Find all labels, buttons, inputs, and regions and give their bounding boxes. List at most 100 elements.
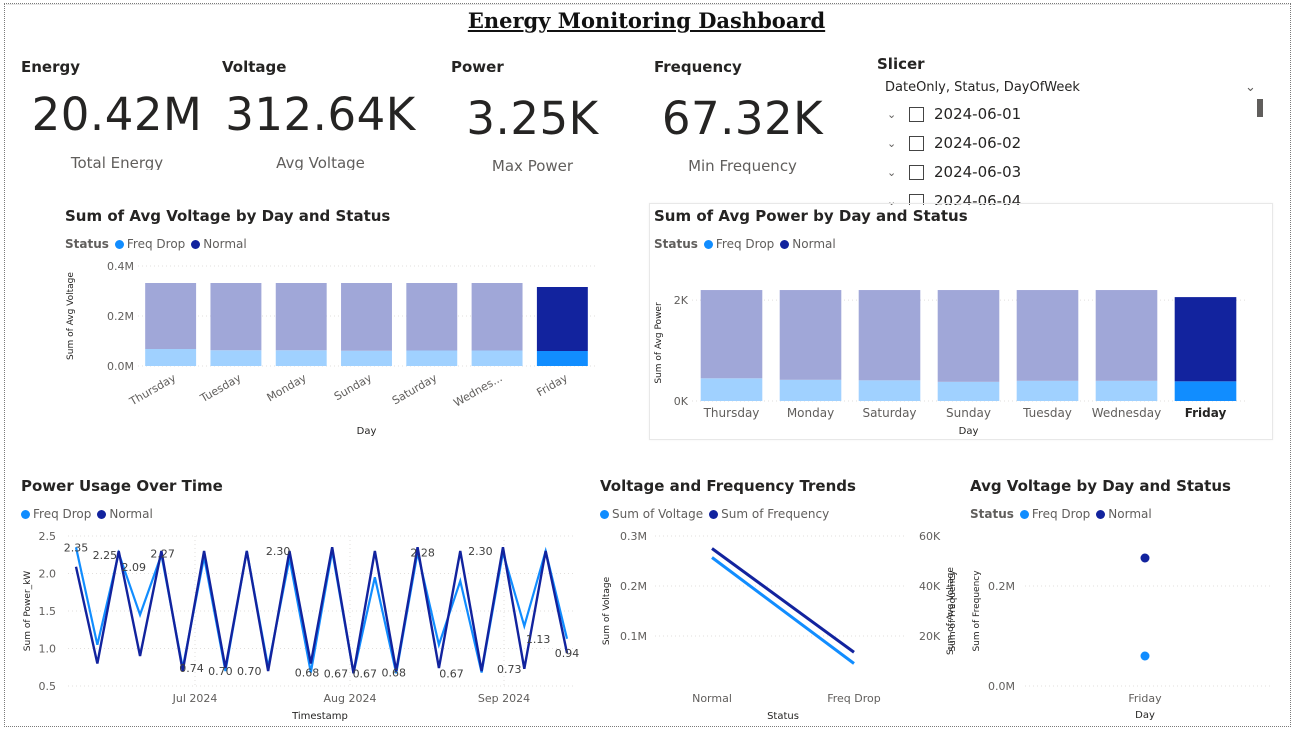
legend-dot-icon <box>191 239 201 249</box>
bar-freq-drop <box>1095 380 1158 401</box>
legend-label: Freq Drop <box>33 507 92 521</box>
legend-item-normal[interactable]: Normal <box>1096 507 1152 521</box>
line-voltage <box>711 556 855 665</box>
data-label: 0.70 <box>237 665 262 678</box>
data-label: 0.74 <box>179 662 204 675</box>
expand-chevron-icon[interactable]: ⌄ <box>887 137 909 150</box>
x-tick-label: Jul 2024 <box>172 692 218 705</box>
bar-freq-drop <box>145 349 197 366</box>
data-label: 2.27 <box>150 547 175 560</box>
x-axis-title: Day <box>959 426 979 437</box>
x-tick-label: Tuesday <box>1022 406 1072 420</box>
y-tick-label: 0.0M <box>988 680 1015 693</box>
legend-dot-icon <box>21 509 30 519</box>
x-axis-title: Day <box>357 426 377 437</box>
bar-freq-drop <box>1016 380 1079 401</box>
card-energy-label: Total Energy <box>70 154 164 170</box>
slicer-checkbox[interactable] <box>909 135 924 151</box>
data-label: 2.25 <box>93 549 118 562</box>
chart5-legend: Status Freq Drop Normal <box>970 507 1158 521</box>
y-tick-label: 1.0 <box>39 643 57 656</box>
legend-item-frequency[interactable]: Sum of Frequency <box>709 507 829 521</box>
card-energy-label-wrap: Total Energy <box>22 154 212 170</box>
slicer-checkbox[interactable] <box>909 106 924 122</box>
y-tick-label: 2.0 <box>39 568 57 581</box>
legend-item-voltage[interactable]: Sum of Voltage <box>600 507 703 521</box>
data-label: 1.13 <box>526 633 551 646</box>
chart2-plot[interactable]: 0K 2K Thursday Monday Saturday Sunday Tuesday W… <box>650 255 1270 439</box>
chart1-plot[interactable]: 0.0M 0.2M 0.4M Thursday Tuesday Monday Sunday S… <box>55 255 600 445</box>
slicer-scrollbar[interactable] <box>1257 99 1263 117</box>
legend-item-freq-drop[interactable]: Freq Drop <box>114 237 185 251</box>
legend-dot-icon <box>1096 509 1106 519</box>
legend-title: Status <box>65 237 109 251</box>
chart4-legend: Sum of Voltage Sum of Frequency <box>600 507 835 521</box>
slicer-item[interactable]: ⌄ 2024-06-02 <box>887 132 1021 154</box>
bar-freq-drop <box>858 380 921 401</box>
x-tick-label: Friday <box>1185 406 1227 420</box>
legend-item-freq-drop[interactable]: Freq Drop <box>1019 507 1090 521</box>
legend-label: Sum of Frequency <box>721 507 830 521</box>
card-power-heading: Power <box>451 58 504 76</box>
chart4-plot[interactable]: 0.1M 0.2M 0.3M 20K 40K 60K Normal Freq Drop Stat… <box>595 525 960 725</box>
bar-freq-drop <box>275 350 327 366</box>
chart3-plot[interactable]: 0.5 1.0 1.5 2.0 2.5 Jul 2024 Aug 2024 Sep 2024 2… <box>15 525 585 725</box>
card-voltage-heading: Voltage <box>222 58 287 76</box>
expand-chevron-icon[interactable]: ⌄ <box>887 166 909 179</box>
y-tick-label: 0.3M <box>620 530 647 543</box>
x-tick-label: Freq Drop <box>827 692 881 705</box>
chart2-title: Sum of Avg Power by Day and Status <box>654 207 968 225</box>
legend-item-freq-drop[interactable]: Freq Drop <box>703 237 775 251</box>
legend-dot-icon <box>97 509 107 519</box>
slicer-item[interactable]: ⌄ 2024-06-01 <box>887 103 1021 125</box>
bar-normal <box>1016 290 1079 381</box>
y-tick-label: 0K <box>674 395 689 408</box>
x-axis-title: Timestamp <box>291 711 348 722</box>
legend-dot-icon <box>703 239 713 249</box>
x-tick-label: Sunday <box>332 371 375 403</box>
bar-freq-drop <box>779 379 842 401</box>
legend-item-normal[interactable]: Normal <box>191 237 247 251</box>
y-tick-label: 0.1M <box>620 630 647 643</box>
slicer-item[interactable]: ⌄ 2024-06-03 <box>887 161 1021 183</box>
data-label: 0.67 <box>439 667 464 680</box>
x-tick-label: Saturday <box>390 371 440 407</box>
card-frequency-heading: Frequency <box>654 58 742 76</box>
slicer-checkbox[interactable] <box>909 164 924 180</box>
bar-normal <box>210 283 262 351</box>
card-energy-heading: Energy <box>21 58 81 76</box>
bar-freq-drop <box>700 378 763 401</box>
y-axis-title: Sum of Avg Voltage <box>946 567 956 655</box>
bar-normal <box>858 290 921 381</box>
x-tick-label: Thursday <box>703 406 760 420</box>
chevron-down-icon[interactable]: ⌄ <box>1245 80 1256 95</box>
chart5-plot[interactable]: 0.0M 0.2M Friday Day Sum of Avg Voltage Sum o… <box>940 525 1280 725</box>
bar-freq-drop <box>471 350 523 366</box>
data-label: 0.94 <box>555 647 580 660</box>
bar-freq-drop <box>1174 381 1237 401</box>
chart1-legend: Status Freq Drop Normal <box>65 237 253 251</box>
data-label: 0.67 <box>353 667 378 680</box>
bar-normal <box>536 287 588 351</box>
card-power-label: Max Power <box>491 157 574 175</box>
expand-chevron-icon[interactable]: ⌄ <box>887 108 909 121</box>
legend-item-freq-drop[interactable]: Freq Drop <box>21 507 91 521</box>
y-axis-title: Sum of Avg Power <box>654 302 664 384</box>
card-energy-value: 20.42M <box>31 88 203 141</box>
bar-normal <box>1095 290 1158 381</box>
legend-item-normal[interactable]: Normal <box>780 237 836 251</box>
y2-tick-label: 60K <box>919 530 941 543</box>
x-tick-label: Saturday <box>862 406 916 420</box>
x-tick-label: Sunday <box>946 406 991 420</box>
y-tick-label: 0.0M <box>107 360 134 373</box>
legend-label: Freq Drop <box>715 237 775 251</box>
chart5-title: Avg Voltage by Day and Status <box>970 477 1231 495</box>
bar-normal <box>1174 297 1237 382</box>
data-label: 0.68 <box>295 667 320 680</box>
card-frequency-value: 67.32K <box>661 92 824 145</box>
slicer-item-label: 2024-06-02 <box>934 134 1022 152</box>
legend-item-normal[interactable]: Normal <box>97 507 153 521</box>
legend-label: Normal <box>792 237 836 251</box>
slicer: Slicer DateOnly, Status, DayOfWeek ⌄ ⌄ 2… <box>877 55 1272 205</box>
legend-label: Sum of Voltage <box>612 507 704 521</box>
